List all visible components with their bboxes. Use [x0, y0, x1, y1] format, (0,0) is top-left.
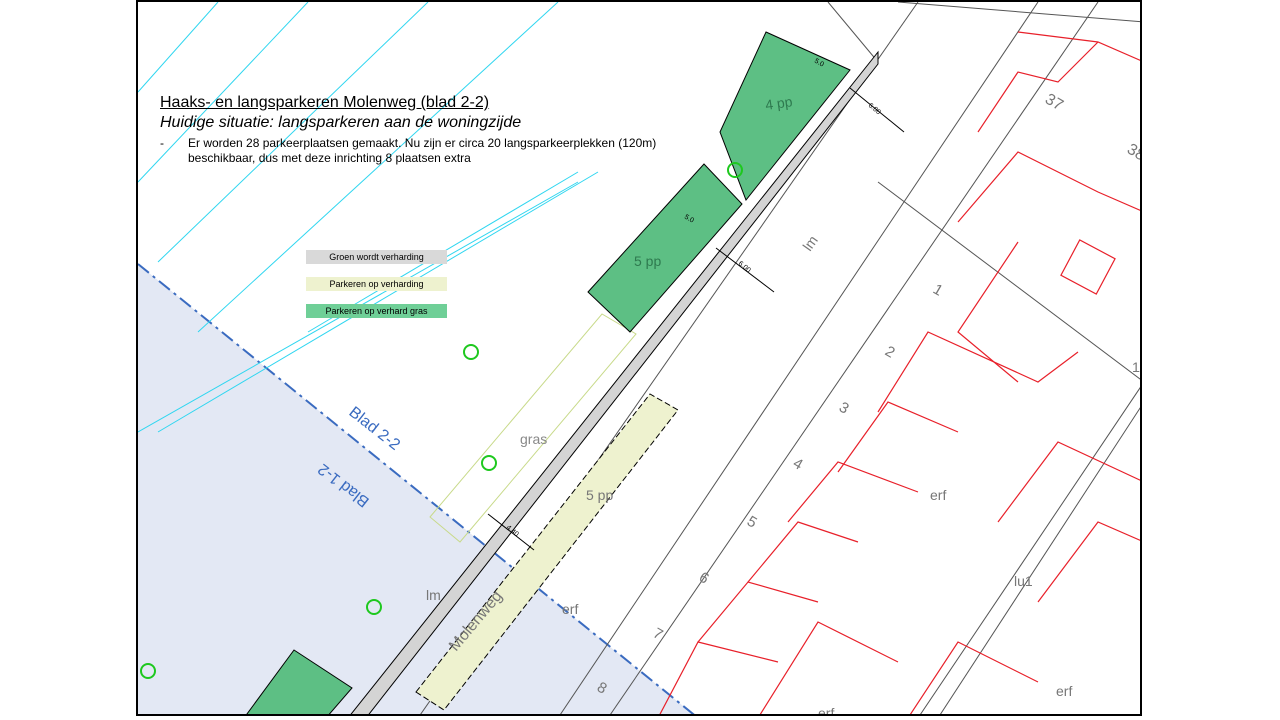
label-grass: gras [520, 431, 547, 447]
label-erf-1: erf [930, 487, 946, 503]
legend-parking-paved: Parkeren op verharding [306, 277, 447, 291]
grass-area [429, 313, 637, 543]
note-text: Er worden 28 parkeerplaatsen gemaakt. Nu… [188, 136, 657, 165]
page-subtitle: Huidige situatie: langsparkeren aan de w… [160, 114, 522, 131]
note-bullet: - [160, 136, 164, 150]
label-lm-upper: lm [799, 232, 821, 253]
page-title: Haaks- en langsparkeren Molenweg (blad 2… [160, 94, 490, 111]
title-block: Haaks- en langsparkeren Molenweg (blad 2… [160, 94, 678, 166]
label-house-37: 37 [1042, 91, 1066, 115]
label-erf-2: erf [562, 601, 578, 617]
legend-label: Parkeren op verhard gras [325, 306, 428, 316]
label-edge-11: 11 [1132, 359, 1142, 375]
legend-green-to-paved: Groen wordt verharding [306, 250, 447, 264]
label-house-2: 2 [882, 343, 898, 362]
label-erf-4: erf [818, 705, 834, 716]
label-house-6: 6 [696, 569, 712, 588]
label-house-3: 3 [836, 399, 852, 418]
legend-label: Groen wordt verharding [329, 252, 424, 262]
label-lu1: lu1 [1014, 573, 1033, 589]
legend-parking-grass: Parkeren op verhard gras [306, 304, 447, 318]
label-dim-6-top: 6.00 [867, 102, 882, 116]
legend-label: Parkeren op verharding [329, 279, 424, 289]
label-house-1: 1 [930, 281, 946, 300]
label-erf-3: erf [1056, 683, 1072, 699]
label-house-7: 7 [650, 625, 666, 644]
label-lm-lower: lm [426, 587, 441, 603]
label-parking-5-upper: 5 pp [634, 253, 661, 269]
label-dim-6-mid: 6.00 [737, 260, 752, 274]
note-row: - Er worden 28 parkeerplaatsen gemaakt. … [160, 136, 678, 166]
label-parking-5-lower: 5 pp [586, 487, 613, 503]
label-house-38: 38 [1124, 141, 1142, 165]
label-house-4: 4 [790, 455, 806, 474]
map-frame: 4 pp 5 pp 5 pp 6.00 6.00 4.40 5.0 5.0 Bl… [136, 0, 1142, 716]
